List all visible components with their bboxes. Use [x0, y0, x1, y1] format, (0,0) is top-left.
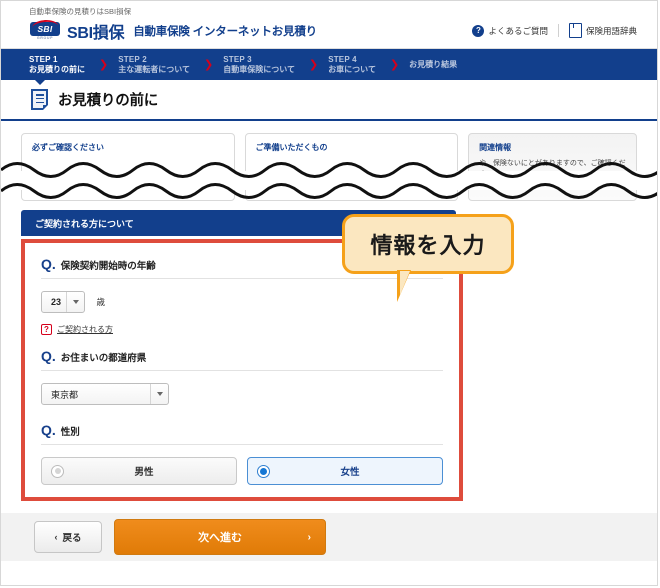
step-result-label: お見積り結果 [409, 59, 458, 69]
callout-text: 情報を入力 [370, 233, 486, 258]
section-header-label: ご契約される方について [35, 218, 134, 229]
document-icon [31, 89, 48, 110]
step-2-number: STEP 2 [118, 55, 147, 65]
prefecture-select-value: 東京都 [51, 389, 79, 400]
question-gender-title: Q. 性別 [41, 423, 443, 444]
info-box-related[interactable]: 関連情報 や、保険ないにとがありますので、ご確認ください。 [468, 133, 637, 201]
header-links-divider [557, 24, 559, 37]
chevron-down-icon [150, 384, 168, 404]
question-mark: Q. [41, 256, 56, 272]
next-button-label: 次へ進む [198, 532, 242, 544]
info-box-related-body: や、保険ないにとがありますので、ご確認ください。 [479, 160, 626, 178]
age-control-row: 23 歳 [41, 291, 443, 313]
chevron-down-icon [66, 292, 84, 312]
help-question-icon: ? [41, 324, 52, 335]
question-age-text: 保険契約開始時の年齢 [60, 261, 156, 272]
step-arrow-icon: ❯ [308, 59, 319, 71]
step-arrow-icon: ❯ [99, 59, 109, 71]
faq-link[interactable]: ? よくあるご質問 [472, 24, 548, 37]
info-box-prepare[interactable]: ご準備いただくもの [244, 133, 459, 201]
age-select[interactable]: 23 [41, 291, 85, 313]
step-2[interactable]: STEP 2 主な運転者について [118, 55, 190, 73]
book-icon [568, 23, 582, 38]
radio-icon-female-selected [257, 464, 270, 478]
step-result[interactable]: お見積り結果 [409, 60, 457, 69]
age-help-link[interactable]: ご契約される方 [57, 324, 113, 335]
step-4-number: STEP 4 [328, 55, 357, 65]
form-footer: ‹ 戻る 次へ進む › [1, 513, 657, 561]
age-unit-label: 歳 [96, 297, 105, 307]
prefecture-select[interactable]: 東京都 [41, 383, 169, 405]
back-button-label: 戻る [62, 533, 82, 544]
sbi-logo-icon: SBI GROUP [29, 20, 61, 42]
browser-page: 自動車保険の見積りはSBI損保 SBI GROUP SBI損保 自動車保険 イン… [0, 0, 658, 586]
question-prefecture: Q. お住まいの都道府県 東京都 [41, 349, 443, 405]
info-box-group: 必ずご確認ください ご準備いただくもの 関連情報 や、保険ないにとがありますので… [21, 133, 637, 201]
page-title-bar: お見積りの前に [1, 80, 657, 121]
gender-option-female[interactable]: 女性 [247, 457, 443, 485]
step-1[interactable]: STEP 1 お見積りの前に [29, 55, 85, 73]
brand-name: SBI損保 [67, 25, 125, 42]
info-box-confirm-title: 必ずご確認ください [32, 143, 104, 152]
faq-link-label: よくあるご質問 [488, 25, 548, 36]
question-prefecture-text: お住まいの都道府県 [60, 353, 147, 364]
step-4[interactable]: STEP 4 お車について [328, 55, 376, 73]
age-help-row[interactable]: ? ご契約される方 [41, 324, 443, 335]
info-box-confirm[interactable]: 必ずご確認ください [21, 133, 235, 201]
step-4-label: お車について [328, 64, 376, 74]
step-3-number: STEP 3 [223, 55, 252, 65]
question-divider [41, 370, 443, 371]
info-box-prepare-title: ご準備いただくもの [255, 143, 328, 152]
gender-option-female-label: 女性 [340, 467, 360, 478]
step-arrow-icon: ❯ [389, 59, 400, 71]
brand-subtitle: 自動車保険 インターネットお見積り [133, 26, 317, 38]
gender-option-male[interactable]: 男性 [41, 457, 237, 485]
sbi-logo-group: GROUP [36, 36, 54, 41]
radio-icon-male [51, 464, 64, 478]
chevron-right-icon: › [307, 531, 311, 543]
question-gender-text: 性別 [60, 427, 80, 438]
site-header: 自動車保険の見積りはSBI損保 SBI GROUP SBI損保 自動車保険 イン… [1, 1, 657, 49]
gender-option-male-label: 男性 [134, 467, 154, 478]
question-circle-icon: ? [472, 24, 485, 37]
page-title: お見積りの前に [58, 93, 159, 109]
question-prefecture-title: Q. お住まいの都道府県 [41, 349, 443, 370]
step-navigation: STEP 1 お見積りの前に ❯ STEP 2 主な運転者について ❯ STEP… [1, 49, 657, 80]
callout-balloon: 情報を入力 [342, 214, 514, 302]
step-1-label: お見積りの前に [29, 64, 85, 74]
brand-block[interactable]: SBI GROUP SBI損保 自動車保険 インターネットお見積り [29, 19, 317, 43]
step-arrow-icon: ❯ [203, 59, 214, 71]
site-tagline: 自動車保険の見積りはSBI損保 [29, 7, 132, 16]
gender-radio-group: 男性 女性 [41, 457, 443, 485]
step-2-label: 主な運転者について [118, 64, 190, 74]
step-3-label: 自動車保険について [223, 64, 295, 74]
glossary-link-label: 保険用語辞典 [585, 25, 637, 36]
question-divider [41, 444, 443, 445]
step-3[interactable]: STEP 3 自動車保険について [223, 55, 295, 73]
sbi-logo-text: SBI [30, 21, 60, 36]
back-button[interactable]: ‹ 戻る [34, 521, 102, 553]
question-gender: Q. 性別 男性 女性 [41, 423, 443, 485]
question-divider [41, 278, 443, 279]
step-1-number: STEP 1 [29, 55, 58, 65]
page-content: 必ずご確認ください ご準備いただくもの 関連情報 や、保険ないにとがありますので… [1, 133, 657, 501]
age-select-value: 23 [51, 297, 62, 307]
question-mark: Q. [41, 422, 56, 438]
info-box-related-title: 関連情報 [479, 143, 512, 152]
next-button[interactable]: 次へ進む › [114, 519, 326, 555]
header-links: ? よくあるご質問 保険用語辞典 [472, 23, 637, 38]
glossary-link[interactable]: 保険用語辞典 [568, 23, 637, 38]
question-mark: Q. [41, 348, 56, 364]
chevron-left-icon: ‹ [54, 532, 58, 542]
